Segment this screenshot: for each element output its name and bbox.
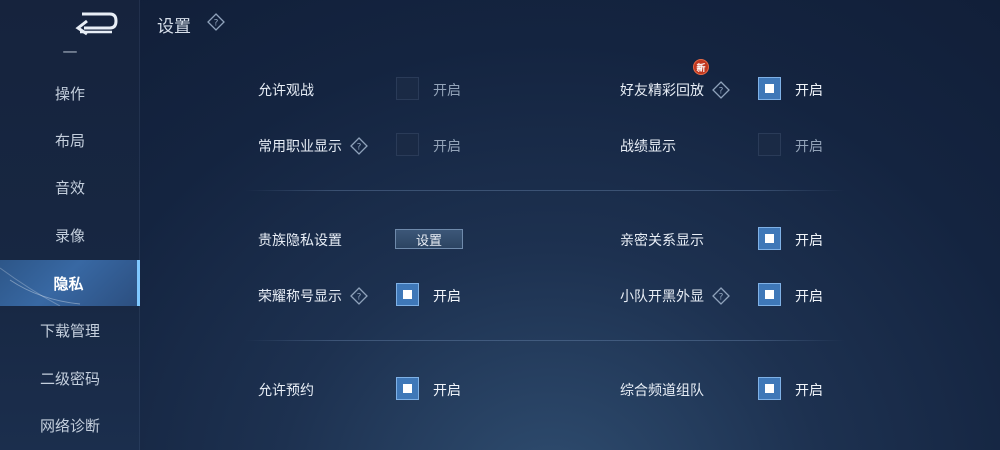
sidebar-item-downloads[interactable]: 下载管理 (0, 307, 140, 353)
allow-reservation-checkbox[interactable] (396, 377, 419, 400)
svg-text:?: ? (719, 293, 724, 303)
svg-text:?: ? (214, 19, 219, 29)
battle-record-state: 开启 (795, 139, 823, 155)
channel-team-label: 综合频道组队 (620, 383, 704, 399)
question-diamond-icon[interactable]: ? (712, 287, 730, 305)
question-diamond-icon[interactable]: ? (712, 81, 730, 99)
sidebar: — 操作 布局 音效 录像 隐私 下载管理 二级密码 网络诊断 (0, 0, 140, 450)
sidebar-item-partial[interactable]: — (0, 42, 140, 60)
battle-record-checkbox[interactable] (758, 133, 781, 156)
honor-title-checkbox[interactable] (396, 283, 419, 306)
back-arrow-icon[interactable] (72, 8, 120, 36)
intimate-relation-label: 亲密关系显示 (620, 233, 704, 249)
sidebar-item-sound[interactable]: 音效 (0, 164, 140, 210)
sidebar-item-operation[interactable]: 操作 (0, 70, 140, 116)
allow-spectate-label: 允许观战 (258, 83, 314, 99)
common-roles-checkbox[interactable] (396, 133, 419, 156)
allow-reservation-state: 开启 (433, 383, 461, 399)
svg-text:?: ? (719, 87, 724, 97)
squad-display-state: 开启 (795, 289, 823, 305)
question-diamond-icon[interactable]: ? (350, 137, 368, 155)
sidebar-item-label: 网络诊断 (39, 416, 100, 435)
svg-text:?: ? (357, 293, 362, 303)
sidebar-item-recording[interactable]: 录像 (0, 212, 140, 258)
honor-title-label: 荣耀称号显示 ? (258, 286, 368, 306)
sidebar-item-label: 隐私 (53, 274, 84, 293)
sidebar-item-privacy[interactable]: 隐私 (0, 260, 140, 306)
allow-spectate-checkbox[interactable] (396, 77, 419, 100)
common-roles-label: 常用职业显示 ? (258, 136, 368, 156)
sidebar-item-label: — (62, 42, 78, 60)
common-roles-state: 开启 (433, 139, 461, 155)
noble-privacy-label: 贵族隐私设置 (258, 233, 342, 249)
intimate-relation-state: 开启 (795, 233, 823, 249)
new-badge: 新 (693, 59, 709, 75)
page-title: 设置 (157, 17, 191, 37)
channel-team-checkbox[interactable] (758, 377, 781, 400)
section-divider (245, 340, 845, 341)
sidebar-item-label: 布局 (54, 131, 85, 150)
squad-display-checkbox[interactable] (758, 283, 781, 306)
battle-record-label: 战绩显示 (620, 139, 676, 155)
squad-display-label: 小队开黑外显 ? (620, 286, 730, 306)
friend-highlights-state: 开启 (795, 83, 823, 99)
sidebar-item-second-password[interactable]: 二级密码 (0, 355, 140, 401)
sidebar-item-label: 录像 (54, 226, 85, 245)
allow-reservation-label: 允许预约 (258, 383, 314, 399)
friend-highlights-checkbox[interactable] (758, 77, 781, 100)
sidebar-item-layout[interactable]: 布局 (0, 117, 140, 163)
question-diamond-icon[interactable]: ? (207, 13, 225, 31)
question-diamond-icon[interactable]: ? (350, 287, 368, 305)
friend-highlights-label: 好友精彩回放 ? (620, 80, 730, 100)
sidebar-item-label: 下载管理 (39, 321, 100, 340)
noble-privacy-settings-button[interactable]: 设置 (395, 229, 463, 249)
honor-title-state: 开启 (433, 289, 461, 305)
sidebar-item-label: 操作 (54, 84, 85, 103)
intimate-relation-checkbox[interactable] (758, 227, 781, 250)
sidebar-item-label: 二级密码 (39, 369, 100, 388)
allow-spectate-state: 开启 (433, 83, 461, 99)
sidebar-item-network[interactable]: 网络诊断 (0, 402, 140, 448)
channel-team-state: 开启 (795, 383, 823, 399)
sidebar-item-label: 音效 (54, 178, 85, 197)
section-divider (245, 190, 845, 191)
svg-text:?: ? (357, 143, 362, 153)
